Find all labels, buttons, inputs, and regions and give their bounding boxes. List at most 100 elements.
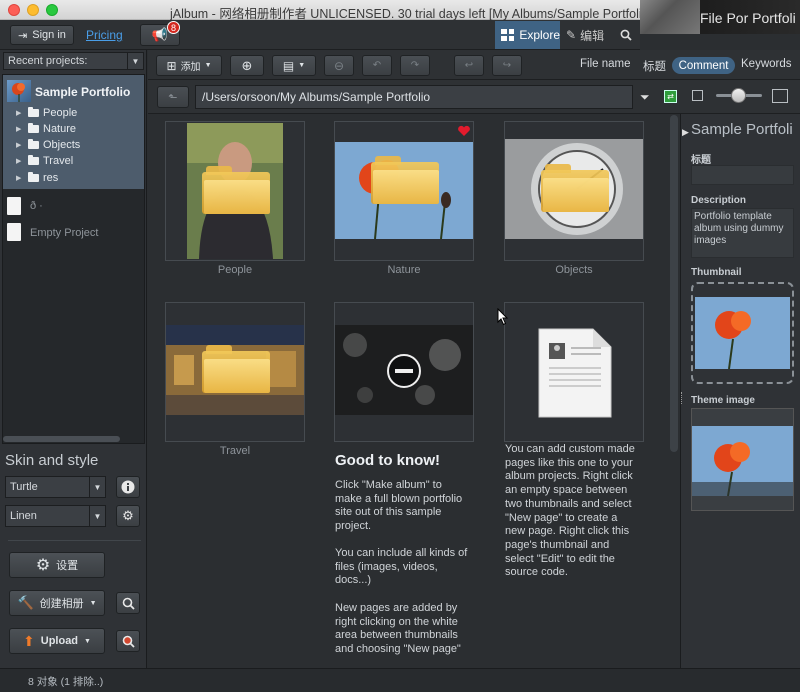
pencil-icon: ✎: [566, 28, 577, 42]
redo-button[interactable]: ↪: [492, 55, 522, 76]
expand-triangle-icon[interactable]: ▶: [16, 157, 24, 165]
skin-info-button[interactable]: [116, 476, 140, 498]
excluded-minus-icon: [387, 354, 421, 388]
properties-title: Sample Portfoli: [691, 121, 793, 138]
zoom-window-button[interactable]: [46, 4, 58, 16]
add-label: 添加: [180, 62, 201, 73]
tree-item-res[interactable]: ▶ res: [16, 171, 58, 185]
field-comment[interactable]: Comment: [672, 57, 735, 74]
search-button[interactable]: [612, 21, 640, 49]
tree-item-people[interactable]: ▶ People: [16, 106, 77, 120]
sign-in-label: Sign in: [32, 29, 66, 41]
chevron-down-icon: ▼: [127, 53, 143, 69]
custom-page-text: You can add custom made pages like this …: [505, 443, 635, 579]
thumb-custom-page[interactable]: [504, 302, 644, 442]
project-item-empty[interactable]: Empty Project: [30, 227, 98, 239]
tree-item-travel[interactable]: ▶ Travel: [16, 154, 73, 168]
info-icon: [121, 480, 135, 494]
resize-handle[interactable]: [681, 392, 684, 404]
megaphone-icon: 📢: [151, 27, 169, 42]
thumb-nature[interactable]: [334, 121, 474, 261]
tab-explore[interactable]: Explore: [495, 21, 560, 49]
slider-knob[interactable]: [731, 88, 746, 103]
large-thumbnail-icon: [772, 89, 788, 103]
pricing-link[interactable]: Pricing: [86, 28, 123, 42]
undo-button[interactable]: ↩: [454, 55, 484, 76]
tree-item-objects[interactable]: ▶ Objects: [16, 138, 80, 152]
mouse-cursor-icon: [497, 308, 509, 326]
minus-circle-icon: ⊖: [333, 58, 345, 73]
settings-label: 设置: [56, 560, 79, 572]
thumb-travel[interactable]: [165, 302, 305, 442]
settings-button[interactable]: ⚙ 设置: [9, 552, 105, 578]
minimize-window-button[interactable]: [27, 4, 39, 16]
style-settings-button[interactable]: ⚙: [116, 505, 140, 527]
tree-item-nature[interactable]: ▶ Nature: [16, 122, 76, 136]
rotate-right-button[interactable]: ↷: [400, 55, 430, 76]
gear-icon: ⚙: [122, 508, 134, 523]
recent-projects-select[interactable]: Recent projects: ▼: [3, 52, 144, 70]
document-page-icon: [538, 328, 612, 418]
filter-icon[interactable]: ⏷: [640, 90, 654, 104]
theme-preview-image: [692, 426, 793, 496]
new-page-button[interactable]: ▤ ▼: [272, 55, 316, 76]
magnifier-icon: [122, 597, 135, 610]
sync-icon[interactable]: ⇄: [664, 90, 677, 103]
description-field[interactable]: Portfolio template album using dummy ima…: [691, 208, 794, 258]
thumb-people[interactable]: [165, 121, 305, 261]
thumb-objects[interactable]: [504, 121, 644, 261]
undo-icon: ↩: [464, 60, 474, 71]
thumb-excluded-image[interactable]: [334, 302, 474, 442]
project-item-unnamed[interactable]: ð ·: [30, 200, 43, 212]
vertical-scrollbar[interactable]: [670, 115, 678, 452]
folder-icon: [28, 172, 39, 182]
close-window-button[interactable]: [8, 4, 20, 16]
web-preview-button[interactable]: [116, 630, 140, 652]
folder-icon: [541, 162, 609, 212]
folder-icon: [28, 155, 39, 165]
tab-edit[interactable]: ✎ 编辑: [562, 21, 612, 49]
sign-in-button[interactable]: ⇥ Sign in: [10, 25, 74, 45]
thumbnail-drop-zone[interactable]: [691, 282, 794, 384]
horizontal-scrollbar[interactable]: [3, 436, 120, 442]
chevron-down-icon: ▼: [298, 62, 306, 69]
thumb-travel-label: Travel: [219, 445, 251, 457]
project-name[interactable]: Sample Portfolio: [35, 85, 130, 99]
tip-paragraph-1: Click "Make album" to make a full blown …: [335, 479, 463, 533]
upload-button[interactable]: ⬆ Upload ▼: [9, 628, 105, 654]
folder-icon: [202, 164, 270, 214]
field-filename[interactable]: File name: [580, 58, 631, 70]
field-title[interactable]: 标题: [643, 58, 666, 74]
theme-image-label: Theme image: [691, 395, 755, 406]
style-select[interactable]: Linen ▼: [5, 505, 106, 527]
sign-in-icon: ⇥: [18, 29, 28, 42]
add-button[interactable]: ⊞ 添加 ▼: [156, 55, 222, 76]
new-folder-button[interactable]: ⊕: [230, 55, 264, 76]
news-count-badge: 8: [167, 21, 180, 34]
make-album-button[interactable]: 🔨 创建相册 ▼: [9, 590, 105, 616]
theme-image-drop-zone[interactable]: [691, 408, 794, 511]
title-field[interactable]: [691, 165, 794, 185]
style-select-value: Linen: [10, 510, 37, 522]
expand-triangle-icon[interactable]: ▶: [16, 174, 24, 182]
skin-and-style-heading: Skin and style: [5, 452, 99, 469]
folder-icon: [28, 123, 39, 133]
tip-paragraph-3: New pages are added by right clicking on…: [335, 602, 461, 656]
up-folder-button[interactable]: ⬑: [157, 86, 189, 108]
field-keywords[interactable]: Keywords: [741, 58, 792, 70]
preview-button[interactable]: [116, 592, 140, 614]
new-folder-icon: ⊕: [241, 57, 253, 73]
collapse-triangle-icon[interactable]: ▶: [682, 127, 689, 138]
thumbnail-label: Thumbnail: [691, 267, 742, 278]
rotate-left-button[interactable]: ↶: [362, 55, 392, 76]
skin-select[interactable]: Turtle ▼: [5, 476, 106, 498]
expand-triangle-icon[interactable]: ▶: [16, 125, 24, 133]
exclude-button[interactable]: ⊖: [324, 55, 354, 76]
document-icon: [7, 223, 21, 241]
favorite-heart-icon[interactable]: [457, 125, 471, 137]
chevron-down-icon: ▼: [89, 506, 105, 526]
path-field[interactable]: /Users/orsoon/My Albums/Sample Portfolio: [195, 85, 633, 109]
expand-triangle-icon[interactable]: ▶: [16, 141, 24, 149]
upload-icon: ⬆: [23, 632, 35, 649]
expand-triangle-icon[interactable]: ▶: [16, 109, 24, 117]
